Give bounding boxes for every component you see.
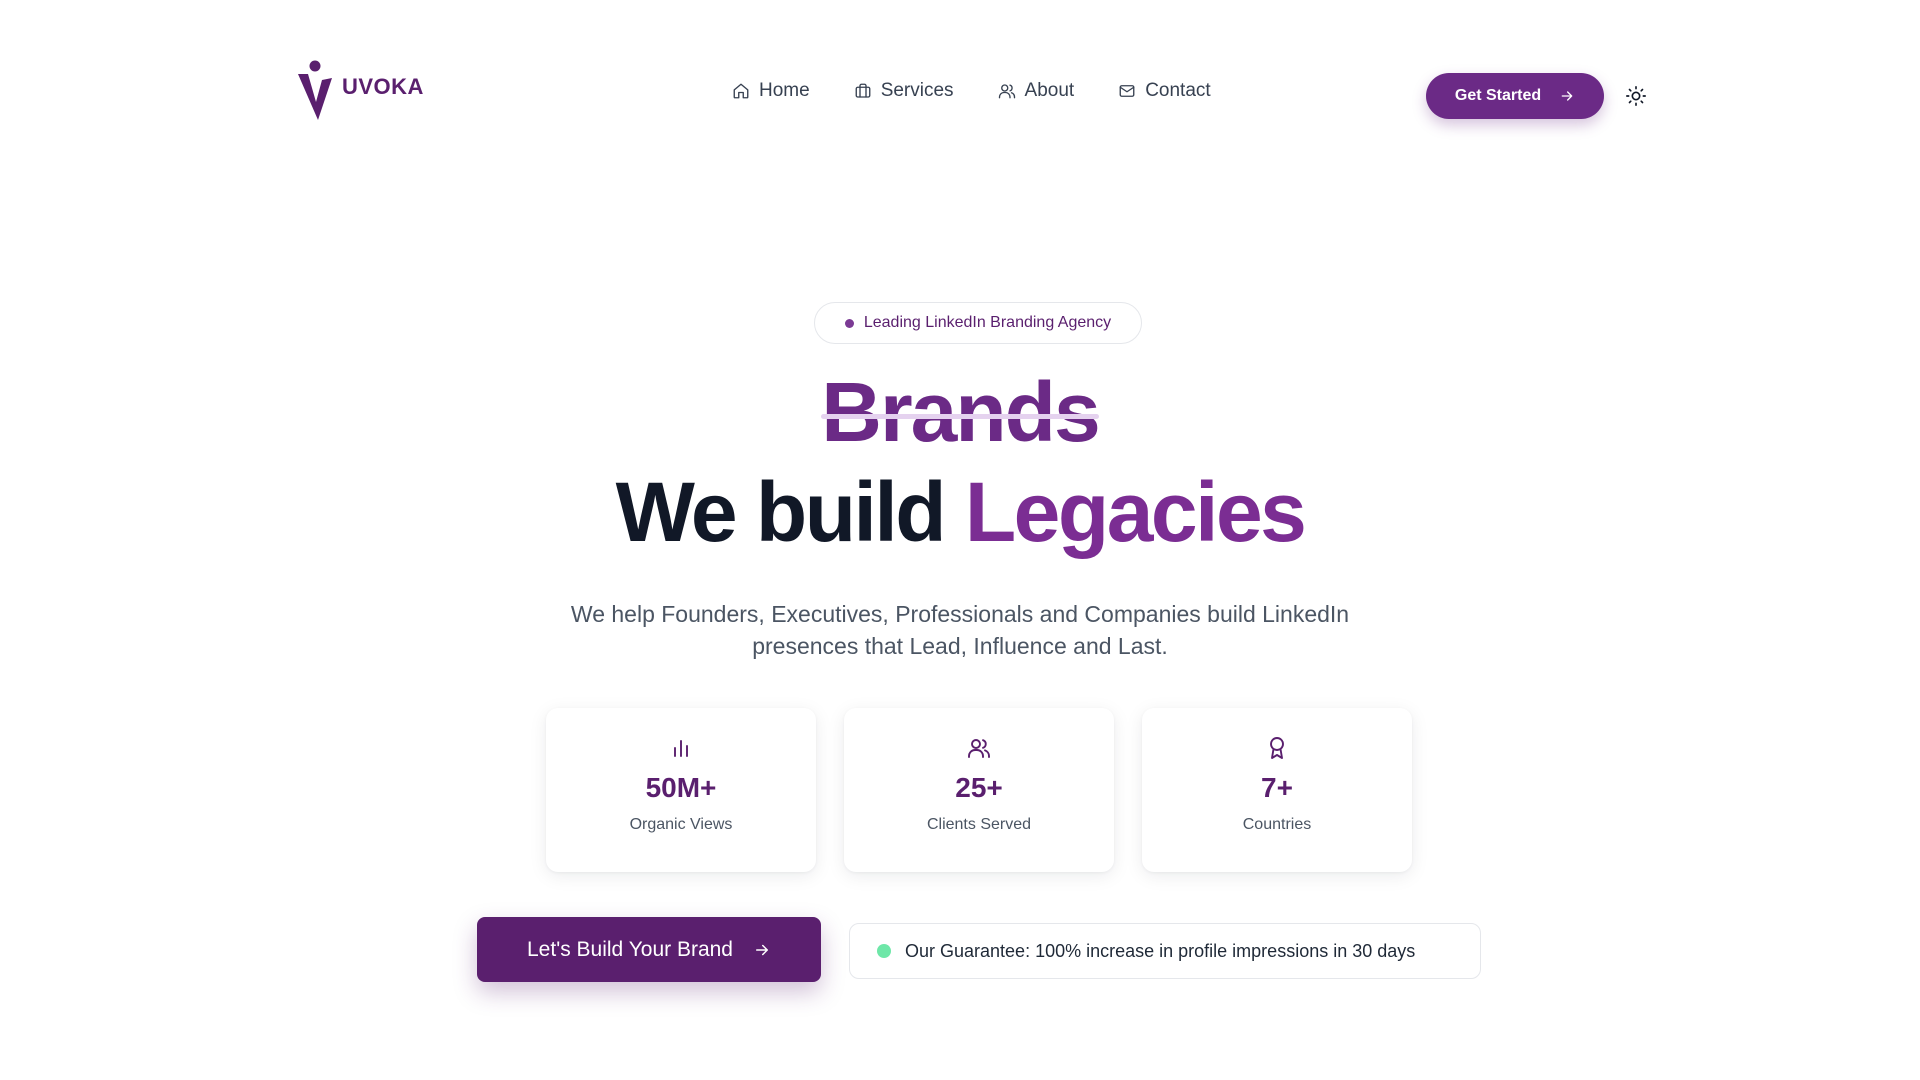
stat-label: Organic Views [629, 816, 733, 833]
build-brand-label: Let's Build Your Brand [527, 937, 733, 961]
stat-value: 50M+ [645, 772, 717, 803]
stat-card-clients: 25+ Clients Served [844, 708, 1114, 872]
stat-label: Countries [1242, 816, 1312, 833]
struck-word-text: Brands [821, 362, 1101, 462]
badge-dot [844, 318, 854, 328]
stat-label: Clients Served [926, 816, 1032, 833]
get-started-button[interactable]: Get Started [1426, 73, 1604, 119]
landing-page: UVOKA Home Services About Contact Get St… [0, 0, 1920, 1080]
stat-value: 25+ [955, 772, 1003, 803]
sun-icon [1626, 86, 1646, 106]
hero-badge-text: Leading LinkedIn Branding Agency [863, 314, 1112, 331]
nav-about-label: About [1024, 80, 1075, 101]
stat-value: 7+ [1261, 772, 1293, 803]
uvoka-logo-icon [298, 60, 332, 120]
nav-home[interactable]: Home [732, 80, 810, 102]
stat-card-countries: 7+ Countries [1142, 708, 1412, 872]
arrow-right-icon [1561, 91, 1573, 101]
logo[interactable]: UVOKA [296, 60, 424, 122]
users-icon [998, 84, 1015, 99]
nav-about[interactable]: About [998, 80, 1075, 102]
nav-services-label: Services [880, 80, 954, 101]
stat-card-views: 50M+ Organic Views [546, 708, 816, 872]
nav-services[interactable]: Services [854, 80, 954, 102]
home-icon [733, 83, 749, 99]
hero-title-accent: Legacies [964, 465, 1307, 559]
hero-struck-word: Brands [0, 362, 1920, 462]
theme-toggle-button[interactable] [1625, 85, 1647, 107]
guarantee-banner: Our Guarantee: 100% increase in profile … [849, 923, 1481, 979]
hero-title: We build Legacies [0, 462, 1920, 562]
briefcase-icon [855, 83, 871, 98]
status-dot [877, 944, 891, 958]
brand-name: UVOKA [342, 74, 424, 99]
nav-contact[interactable]: Contact [1118, 80, 1211, 102]
nav-contact-label: Contact [1145, 80, 1211, 101]
guarantee-text: Our Guarantee: 100% increase in profile … [905, 940, 1416, 961]
arrow-right-icon [756, 944, 768, 955]
nav-home-label: Home [759, 80, 810, 101]
award-icon [1265, 736, 1289, 760]
hero-subtitle: We help Founders, Executives, Profession… [570, 601, 1350, 659]
hero-title-prefix: We build [615, 465, 947, 559]
mail-icon [1119, 85, 1135, 97]
hero-badge: Leading LinkedIn Branding Agency [814, 302, 1142, 344]
bar-chart-icon [669, 736, 693, 760]
build-brand-button[interactable]: Let's Build Your Brand [477, 917, 821, 982]
main-nav: Home Services About Contact [732, 80, 1211, 102]
stats-row: 50M+ Organic Views 25+ Clients Served 7+… [546, 708, 1412, 872]
get-started-label: Get Started [1454, 87, 1542, 104]
users-icon [967, 736, 991, 760]
